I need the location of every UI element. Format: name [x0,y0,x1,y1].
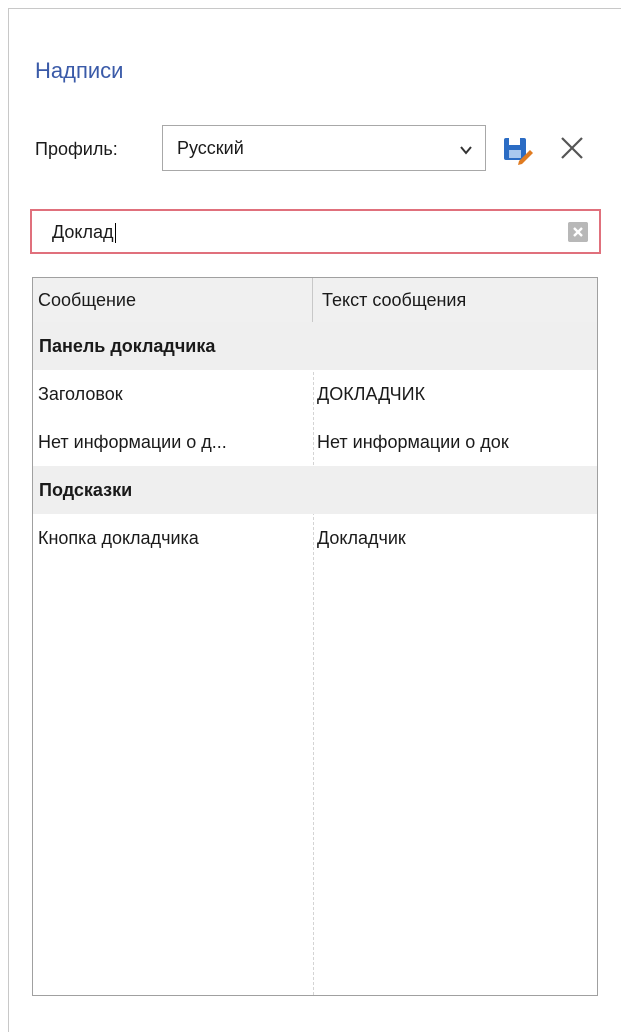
search-input[interactable]: Доклад [30,209,601,254]
cell-message-text[interactable]: Нет информации о док [317,418,597,466]
text-caret [114,223,116,244]
profile-selected-value: Русский [177,138,244,158]
panel-title: Надписи [35,58,124,83]
column-header-message-text[interactable]: Текст сообщения [322,278,466,322]
search-input-value: Доклад [52,222,116,244]
cell-message: Кнопка докладчика [38,528,199,548]
profile-label: Профиль: [35,139,118,159]
cell-message-text[interactable]: ДОКЛАДЧИК [317,370,597,418]
cell-message: Нет информации о д... [38,432,227,452]
close-icon[interactable] [557,133,587,163]
table-row[interactable]: Кнопка докладчика Докладчик [33,514,597,562]
column-header-message[interactable]: Сообщение [38,278,136,322]
profile-dropdown[interactable]: Русский [162,125,486,171]
grid-header: Сообщение Текст сообщения [33,278,597,323]
save-icon[interactable] [501,133,533,165]
messages-grid: Сообщение Текст сообщения Панель докладч… [32,277,598,996]
group-row-hints[interactable]: Подсказки [33,466,597,514]
chevron-down-icon[interactable] [459,143,473,157]
column-separator[interactable] [312,278,313,322]
cell-message: Заголовок [38,384,123,404]
clear-icon[interactable] [568,222,588,242]
group-row-speaker-panel[interactable]: Панель докладчика [33,322,597,370]
cell-message-text[interactable]: Докладчик [317,514,597,562]
table-row[interactable]: Нет информации о д... Нет информации о д… [33,418,597,466]
table-row[interactable]: Заголовок ДОКЛАДЧИК [33,370,597,418]
